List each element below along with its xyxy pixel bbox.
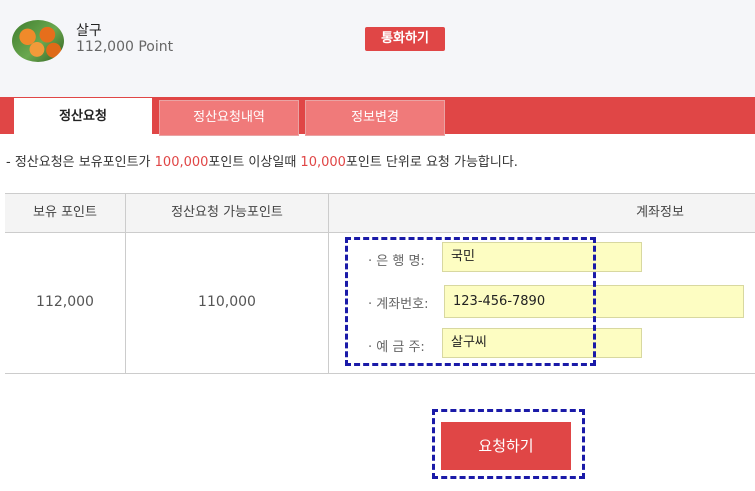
notice-middle: 포인트 이상일때 bbox=[208, 155, 301, 170]
call-button[interactable]: 통화하기 bbox=[365, 27, 445, 51]
profile-header: 살구 112,000 Point 통화하기 bbox=[0, 0, 755, 97]
user-name: 살구 bbox=[76, 23, 102, 39]
available-points-value: 110,000 bbox=[198, 294, 256, 310]
notice-amount-unit: 10,000 bbox=[300, 155, 346, 170]
header-account-info: 계좌정보 bbox=[636, 205, 684, 220]
held-points-value: 112,000 bbox=[36, 294, 94, 310]
header-available-points: 정산요청 가능포인트 bbox=[171, 205, 283, 220]
tab-settlement-request[interactable]: 정산요청 bbox=[14, 98, 152, 134]
column-divider bbox=[328, 194, 329, 373]
user-points: 112,000 Point bbox=[76, 39, 174, 55]
notice-amount-min: 100,000 bbox=[154, 155, 209, 170]
notice-prefix: - 정산요청은 보유포인트가 bbox=[6, 155, 155, 170]
submit-button-highlight bbox=[432, 409, 585, 479]
account-info-highlight bbox=[345, 237, 596, 366]
notice-suffix: 포인트 단위로 요청 가능합니다. bbox=[345, 155, 518, 170]
tab-info-change[interactable]: 정보변경 bbox=[305, 100, 445, 136]
tab-settlement-history[interactable]: 정산요청내역 bbox=[159, 100, 299, 136]
notice-text: - 정산요청은 보유포인트가 100,000포인트 이상일때 10,000포인트… bbox=[6, 151, 518, 170]
header-held-points: 보유 포인트 bbox=[33, 205, 97, 220]
avatar bbox=[12, 20, 64, 62]
